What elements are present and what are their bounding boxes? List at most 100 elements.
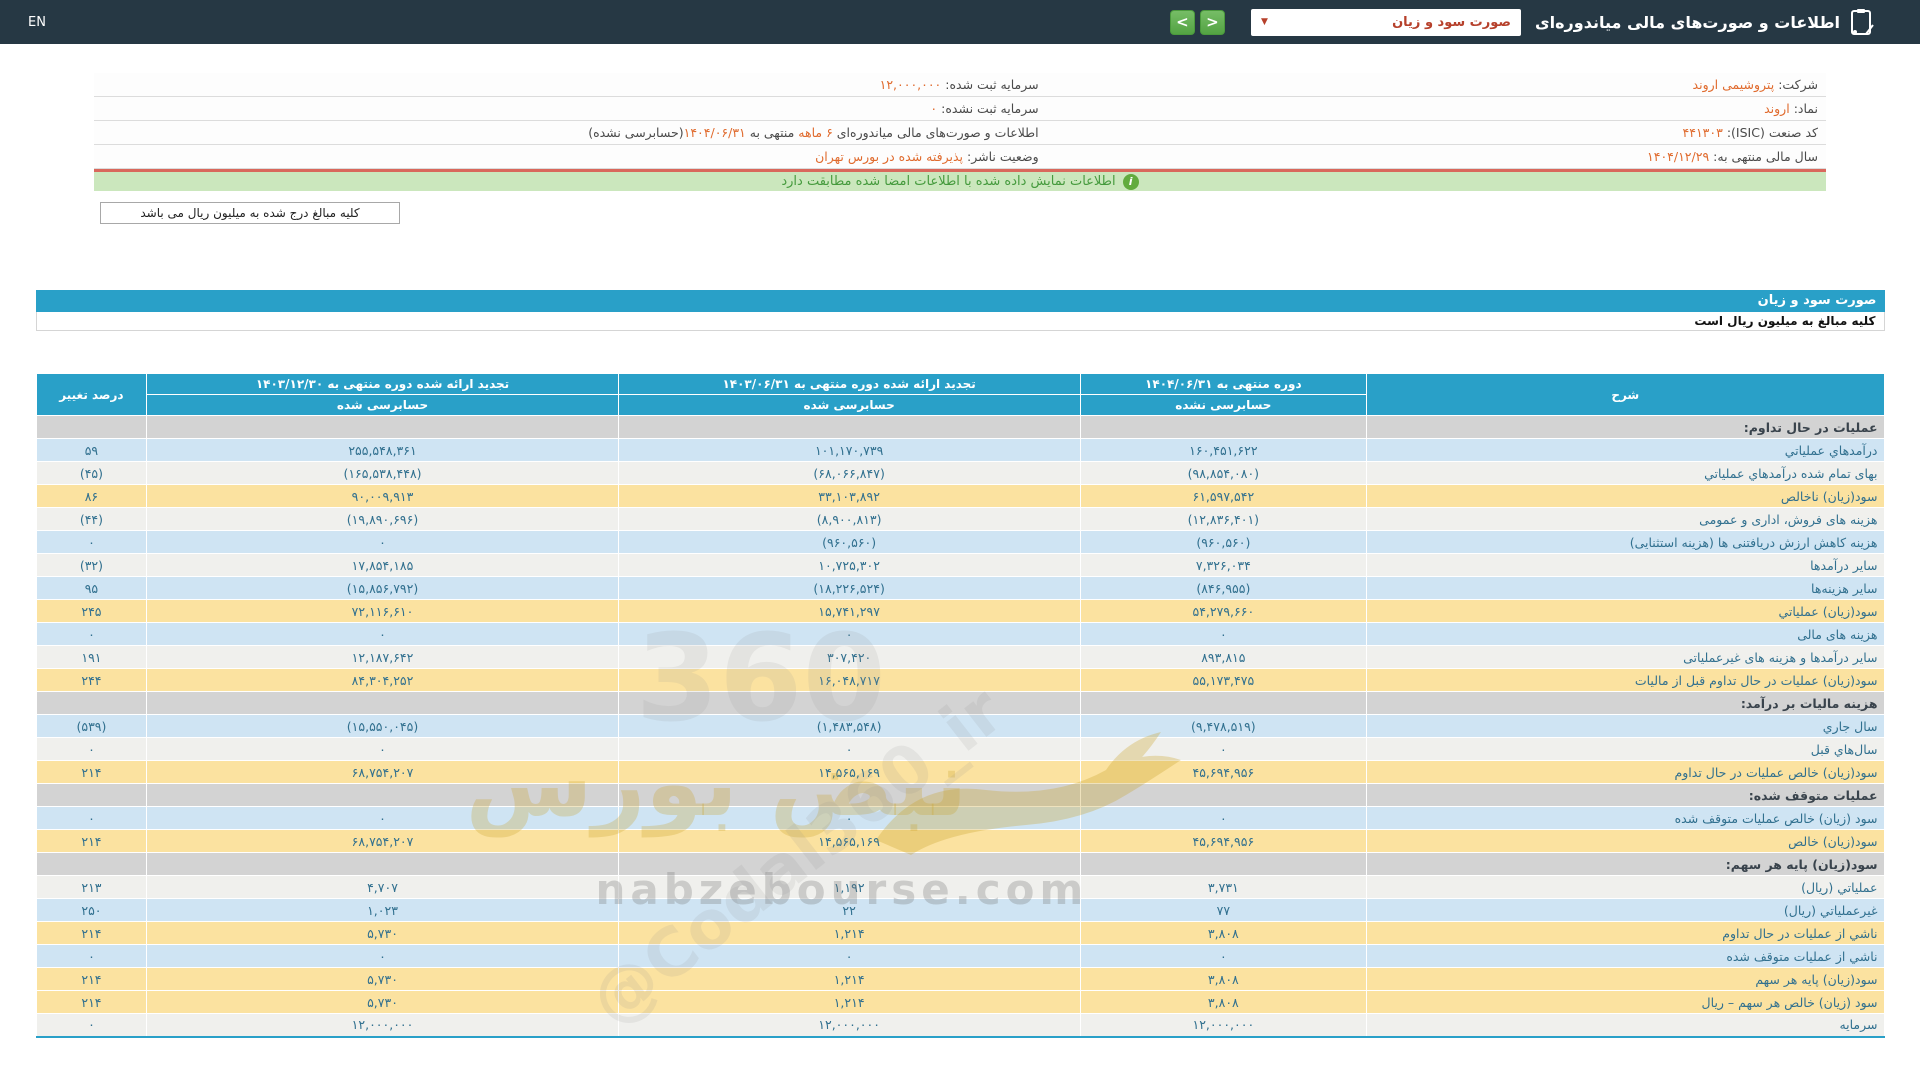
value-cell: ۲۱۴	[35, 760, 148, 784]
company-info-row: نماد:اروند سرمایه ثبت نشده:۰	[94, 97, 1826, 121]
statement-row: سود (زیان) خالص عملیات متوقف شده ۰ ۰ ۰ ۰	[35, 806, 1885, 830]
row-label-cell: سود(زيان) ناخالص	[1366, 484, 1885, 508]
value-cell: ۸۶	[35, 484, 148, 508]
statement-row: سود(زیان) خالص ۴۵,۶۹۴,۹۵۶ ۱۴,۵۶۵,۱۶۹ ۶۸,۷۵۴…	[35, 829, 1885, 853]
value-cell: ۰	[35, 806, 148, 830]
section-empty-cell	[617, 852, 1081, 876]
value-cell: ۰	[146, 806, 619, 830]
value-cell: (۸,۹۰۰,۸۱۳)	[617, 507, 1081, 531]
report-period-text: اطلاعات و صورت‌های مالی میاندوره‌ای	[832, 125, 1039, 140]
statement-row: درآمدهاي عملياتي ۱۶۰,۴۵۱,۶۲۲ ۱۰۱,۱۷۰,۷۳۹ ۲۵…	[35, 438, 1885, 462]
section-empty-cell	[146, 852, 619, 876]
value-cell: ۰	[1079, 737, 1368, 761]
row-label-cell: ناشي از عملیات متوقف شده	[1366, 944, 1885, 968]
statement-row: سایر درآمدها و هزینه های غیرعملیاتی ۸۹۳,۸…	[35, 645, 1885, 669]
row-label-cell: هزينه هاى مالى	[1366, 622, 1885, 646]
value-cell: ۳,۸۰۸	[1079, 921, 1368, 945]
section-empty-cell	[146, 783, 619, 807]
section-empty-cell	[617, 691, 1081, 715]
value-cell: ۲۱۳	[35, 875, 148, 899]
report-type-dropdown[interactable]: صورت سود و زیان ▼	[1250, 8, 1521, 36]
value-cell: ۰	[146, 622, 619, 646]
value-cell: (۴۴)	[35, 507, 148, 531]
clipboard-icon	[1851, 9, 1874, 35]
value-cell: ۷,۳۲۶,۰۳۴	[1079, 553, 1368, 577]
info-label: نماد:	[1793, 101, 1818, 116]
value-cell: (۱۸,۲۲۶,۵۲۴)	[617, 576, 1081, 600]
value-cell: ۰	[35, 1013, 148, 1037]
value-cell: ۱۲,۰۰۰,۰۰۰	[146, 1013, 619, 1037]
value-cell: (۹۶۰,۵۶۰)	[1079, 530, 1368, 554]
report-period-highlight: ۱۴۰۴/۰۶/۳۱	[683, 125, 746, 140]
value-cell: ۰	[35, 530, 148, 554]
value-cell: (۶۸,۰۶۶,۸۴۷)	[617, 461, 1081, 485]
signature-notice-text: اطلاعات نمایش داده شده با اطلاعات امضا ش…	[781, 174, 1116, 189]
language-toggle-en[interactable]: EN	[28, 15, 46, 30]
statement-section-row: هزینه مالیات بر درآمد:	[35, 691, 1885, 715]
next-report-button[interactable]: <	[1199, 9, 1225, 35]
company-info-row: شرکت:پتروشیمی اروند سرمایه ثبت شده:۱۲,۰۰۰…	[94, 73, 1826, 97]
top-navbar: اطلاعات و صورت‌های مالی میاندوره‌ای صورت…	[0, 0, 1920, 44]
value-cell: ۰	[1079, 806, 1368, 830]
value-cell: ۸۹۳,۸۱۵	[1079, 645, 1368, 669]
company-info-body: شرکت:پتروشیمی اروند سرمایه ثبت شده:۱۲,۰۰۰…	[94, 73, 1826, 169]
statement-section-row: عملیات متوقف شده:	[35, 783, 1885, 807]
company-info-table: شرکت:پتروشیمی اروند سرمایه ثبت شده:۱۲,۰۰۰…	[94, 73, 1826, 169]
info-value: پتروشیمی اروند	[1692, 77, 1775, 92]
section-label-cell: عملیات در حال تداوم:	[1366, 415, 1885, 439]
company-info-cell: اطلاعات و صورت‌های مالی میاندوره‌ای ۶ ما…	[94, 125, 1047, 140]
row-label-cell: سایر هزینه‌ها	[1366, 576, 1885, 600]
value-cell: (۱۹,۸۹۰,۶۹۶)	[146, 507, 619, 531]
value-cell: ۴,۷۰۷	[146, 875, 619, 899]
million-note-row: کلیه مبالغ درج شده به میلیون ریال می باش…	[94, 202, 1826, 224]
info-label: شرکت:	[1778, 77, 1818, 92]
statement-section-row: سود(زیان) پایه هر سهم:	[35, 852, 1885, 876]
row-label-cell: سال جاري	[1366, 714, 1885, 738]
row-label-cell: سود(زيان) عملياتي	[1366, 599, 1885, 623]
value-cell: (۹۸,۸۵۴,۰۸۰)	[1079, 461, 1368, 485]
statement-row: سرمایه ۱۲,۰۰۰,۰۰۰ ۱۲,۰۰۰,۰۰۰ ۱۲,۰۰۰,۰۰۰ ۰	[35, 1013, 1885, 1037]
value-cell: ۳,۷۳۱	[1079, 875, 1368, 899]
company-info-cell: سرمایه ثبت نشده:۰	[94, 101, 1047, 116]
value-cell: ۱,۲۱۴	[617, 921, 1081, 945]
info-value: ۱۴۰۴/۱۲/۲۹	[1647, 149, 1710, 164]
statement-row: غیرعملیاتي (ریال) ۷۷ ۲۲ ۱,۰۲۳ ۲۵۰	[35, 898, 1885, 922]
value-cell: ۱۰۱,۱۷۰,۷۳۹	[617, 438, 1081, 462]
statement-row: هزینه های فروش، اداری و عمومی (۱۲,۸۳۶,۴۰۱…	[35, 507, 1885, 531]
value-cell: ۲۴۴	[35, 668, 148, 692]
value-cell: ۸۴,۳۰۴,۲۵۲	[146, 668, 619, 692]
previous-report-button[interactable]: >	[1169, 9, 1195, 35]
value-cell: ۱,۱۹۲	[617, 875, 1081, 899]
value-cell: ۰	[617, 944, 1081, 968]
income-statement-table: شرح دوره منتهی به ۱۴۰۴/۰۶/۳۱ تجدید ارائه…	[35, 373, 1885, 1038]
value-cell: (۱۵,۵۵۰,۰۴۵)	[146, 714, 619, 738]
value-cell: ۰	[146, 530, 619, 554]
row-label-cell: سال‌هاي قبل	[1366, 737, 1885, 761]
value-cell: ۰	[146, 737, 619, 761]
info-value: اروند	[1764, 101, 1790, 116]
value-cell: ۲۱۴	[35, 967, 148, 991]
section-empty-cell	[35, 415, 148, 439]
statement-row: سود(زیان) عملیات در حال تداوم قبل از مال…	[35, 668, 1885, 692]
row-label-cell: سود(زیان) پایه هر سهم	[1366, 967, 1885, 991]
section-label-cell: عملیات متوقف شده:	[1366, 783, 1885, 807]
info-label: سرمایه ثبت نشده:	[941, 101, 1039, 116]
value-cell: ۱۵,۷۴۱,۲۹۷	[617, 599, 1081, 623]
value-cell: (۱,۴۸۳,۵۴۸)	[617, 714, 1081, 738]
page-title: اطلاعات و صورت‌های مالی میاندوره‌ای	[1534, 12, 1840, 32]
statement-row: سود(زیان) پایه هر سهم ۳,۸۰۸ ۱,۲۱۴ ۵,۷۳۰ ۲۱۴	[35, 967, 1885, 991]
info-label: وضعیت ناشر:	[967, 149, 1039, 164]
info-value: ۱۲,۰۰۰,۰۰۰	[879, 77, 942, 92]
value-cell: ۲۵۰	[35, 898, 148, 922]
income-statement-section: صورت سود و زیان کلیه مبالغ به میلیون ریا…	[35, 290, 1885, 1041]
value-cell: ۰	[1079, 622, 1368, 646]
header-audit-status-2: حسابرسی شده	[617, 394, 1081, 416]
row-label-cell: هزینه کاهش ارزش دریافتنی ها (هزینه استثن…	[1366, 530, 1885, 554]
statement-row: سود(زيان) ناخالص ۶۱,۵۹۷,۵۴۲ ۳۳,۱۰۳,۸۹۲ ۹۰,۰…	[35, 484, 1885, 508]
company-info-cell: نماد:اروند	[1047, 101, 1826, 116]
value-cell: (۳۲)	[35, 553, 148, 577]
row-label-cell: سود (زیان) خالص عملیات متوقف شده	[1366, 806, 1885, 830]
value-cell: ۳۰۷,۴۲۰	[617, 645, 1081, 669]
value-cell: (۱۵,۸۵۶,۷۹۲)	[146, 576, 619, 600]
value-cell: ۹۰,۰۰۹,۹۱۳	[146, 484, 619, 508]
